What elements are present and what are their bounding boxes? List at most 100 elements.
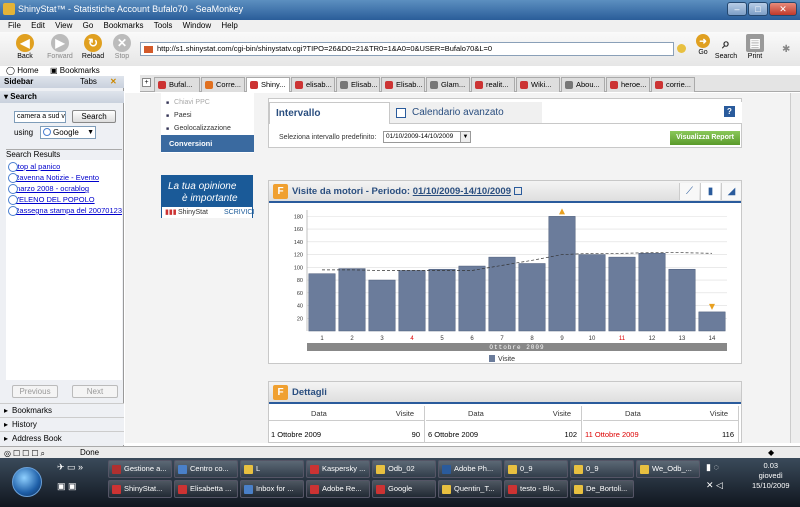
search-panel-header[interactable]: ▾ Search xyxy=(0,91,124,103)
browser-tab[interactable]: Glam... xyxy=(426,77,470,92)
sidebar-section-bookmarks[interactable]: Bookmarks xyxy=(0,403,124,417)
taskbar-button[interactable]: Google xyxy=(372,480,436,498)
menu-help[interactable]: Help xyxy=(221,20,237,32)
search-result-link[interactable]: Rassegna stampa del 20070123 xyxy=(8,206,122,216)
browser-tab[interactable]: Wiki... xyxy=(516,77,560,92)
bar[interactable] xyxy=(548,216,576,332)
interval-select[interactable]: 01/10/2009-14/10/2009 ▼ xyxy=(383,131,471,143)
previous-button[interactable]: Previous xyxy=(12,385,58,398)
taskbar-button[interactable]: Kaspersky ... xyxy=(306,460,370,478)
sidebar-close-icon[interactable]: ✕ xyxy=(110,76,117,88)
print-button[interactable]: ▤ Print xyxy=(740,34,770,60)
close-button[interactable]: ✕ xyxy=(769,2,797,16)
bar[interactable] xyxy=(428,268,456,332)
bar[interactable] xyxy=(398,270,426,332)
reload-button[interactable]: ↻ Reload xyxy=(77,34,109,60)
tab-calendario-avanzato[interactable]: Calendario avanzato xyxy=(390,102,542,124)
sidebar-section-history[interactable]: History xyxy=(0,417,124,431)
taskbar-button[interactable]: Gestione a... xyxy=(108,460,172,478)
bookmark-star-icon[interactable] xyxy=(677,44,686,53)
nav-item-chiavi-ppc[interactable]: Chiavi PPC xyxy=(166,99,210,106)
menu-go[interactable]: Go xyxy=(83,20,94,32)
calendar-icon[interactable] xyxy=(513,187,522,196)
browser-tab[interactable]: Abou... xyxy=(561,77,605,92)
sidebar-search-button[interactable]: Search xyxy=(72,110,116,123)
bar[interactable] xyxy=(578,254,606,332)
url-input[interactable]: http://s1.shinystat.com/cgi-bin/shinysta… xyxy=(140,42,674,56)
bar[interactable] xyxy=(608,256,636,332)
browser-tab[interactable]: Elisab... xyxy=(381,77,425,92)
bar[interactable] xyxy=(368,279,396,332)
browser-tab[interactable]: elisab... xyxy=(291,77,335,92)
nav-item-conversioni[interactable]: Conversioni xyxy=(161,135,254,152)
taskbar-button[interactable]: ShinyStat... xyxy=(108,480,172,498)
new-tab-icon[interactable]: + xyxy=(142,78,151,87)
browser-tab[interactable]: Corre... xyxy=(201,77,245,92)
bar[interactable] xyxy=(458,265,486,332)
menu-view[interactable]: View xyxy=(55,20,72,32)
visualizza-report-button[interactable]: Visualizza Report xyxy=(670,131,740,145)
nav-item-geolocalizzazione[interactable]: Geolocalizzazione xyxy=(166,125,231,132)
browser-tab[interactable]: corrie... xyxy=(651,77,695,92)
clock[interactable]: 0.03 giovedì 15/10/2009 xyxy=(752,461,790,491)
menu-file[interactable]: File xyxy=(8,20,21,32)
search-result-link[interactable]: Ravenna Notizie - Evento xyxy=(7,173,99,183)
menu-bookmarks[interactable]: Bookmarks xyxy=(104,20,144,32)
taskbar-button[interactable]: Elisabetta ... xyxy=(174,480,238,498)
quicklaunch-icons-row2[interactable]: ▣ ▣ xyxy=(57,481,77,492)
search-button[interactable]: ⌕ Search xyxy=(711,34,741,60)
menu-window[interactable]: Window xyxy=(183,20,211,32)
quicklaunch-icons[interactable]: ✈ ▭ » xyxy=(57,462,83,473)
search-result-link[interactable]: stop al panico xyxy=(7,162,60,172)
search-engine-select[interactable]: Google ▼ xyxy=(40,126,96,139)
feedback-banner[interactable]: La tua opinione è importante ▮▮▮ ShinySta… xyxy=(161,175,254,218)
bar[interactable] xyxy=(308,273,336,332)
area-chart-icon[interactable]: ◢ xyxy=(721,183,741,200)
tray-icons-row2[interactable]: ✕ ◁ xyxy=(706,480,723,491)
taskbar-button[interactable]: 0_9 xyxy=(570,460,634,478)
vertical-scrollbar[interactable] xyxy=(790,93,800,443)
taskbar-button[interactable]: De_Bortoli... xyxy=(570,480,634,498)
browser-tab[interactable]: realit... xyxy=(471,77,515,92)
taskbar-button[interactable]: We_Odb_... xyxy=(636,460,700,478)
browser-tab[interactable]: Bufal... xyxy=(154,77,200,92)
taskbar-button[interactable]: Centro co... xyxy=(174,460,238,478)
browser-tab[interactable]: Elisab... xyxy=(336,77,380,92)
minimize-button[interactable]: – xyxy=(727,2,747,16)
back-button[interactable]: ◀ Back xyxy=(9,34,41,60)
line-chart-icon[interactable]: ⟋ xyxy=(679,183,699,200)
home-button[interactable]: ◯ Home xyxy=(6,66,39,75)
browser-tab[interactable]: heroe... xyxy=(606,77,650,92)
search-result-link[interactable]: marzo 2008 - ocrablog xyxy=(7,184,89,194)
taskbar-button[interactable]: Odb_02 xyxy=(372,460,436,478)
bookmarks-button[interactable]: ▣ Bookmarks xyxy=(50,66,100,75)
taskbar-button[interactable]: Adobe Ph... xyxy=(438,460,502,478)
taskbar-button[interactable]: L xyxy=(240,460,304,478)
taskbar-button[interactable]: Inbox for ... xyxy=(240,480,304,498)
bar-chart-icon[interactable]: ▮ xyxy=(700,183,720,200)
tray-icons[interactable]: ▮ ◌ xyxy=(706,462,719,473)
menu-tools[interactable]: Tools xyxy=(154,20,173,32)
bar[interactable] xyxy=(698,311,726,332)
tab-intervallo[interactable]: Intervallo xyxy=(269,102,390,124)
start-button[interactable] xyxy=(12,467,42,497)
sidebar-section-address-book[interactable]: Address Book xyxy=(0,431,124,445)
bar[interactable] xyxy=(668,268,696,332)
bar[interactable] xyxy=(488,256,516,332)
search-result-link[interactable]: VELENO DEL POPOLO xyxy=(8,195,95,205)
maximize-button[interactable]: □ xyxy=(748,2,768,16)
sidebar-tabs-menu[interactable]: Tabs xyxy=(80,76,97,88)
taskbar-button[interactable]: 0_9 xyxy=(504,460,568,478)
taskbar-button[interactable]: Adobe Re... xyxy=(306,480,370,498)
bar[interactable] xyxy=(518,263,546,332)
taskbar-button[interactable]: Quentin_T... xyxy=(438,480,502,498)
taskbar-button[interactable]: testo - Blo... xyxy=(504,480,568,498)
stop-button[interactable]: ✕ Stop xyxy=(106,34,138,60)
next-button[interactable]: Next xyxy=(72,385,118,398)
browser-tab[interactable]: Shiny... xyxy=(246,77,290,92)
nav-item-paesi[interactable]: Paesi xyxy=(166,112,192,119)
bar[interactable] xyxy=(338,268,366,332)
forward-button[interactable]: ▶ Forward xyxy=(44,34,76,60)
help-icon[interactable]: ? xyxy=(724,106,735,117)
bar[interactable] xyxy=(638,253,666,332)
